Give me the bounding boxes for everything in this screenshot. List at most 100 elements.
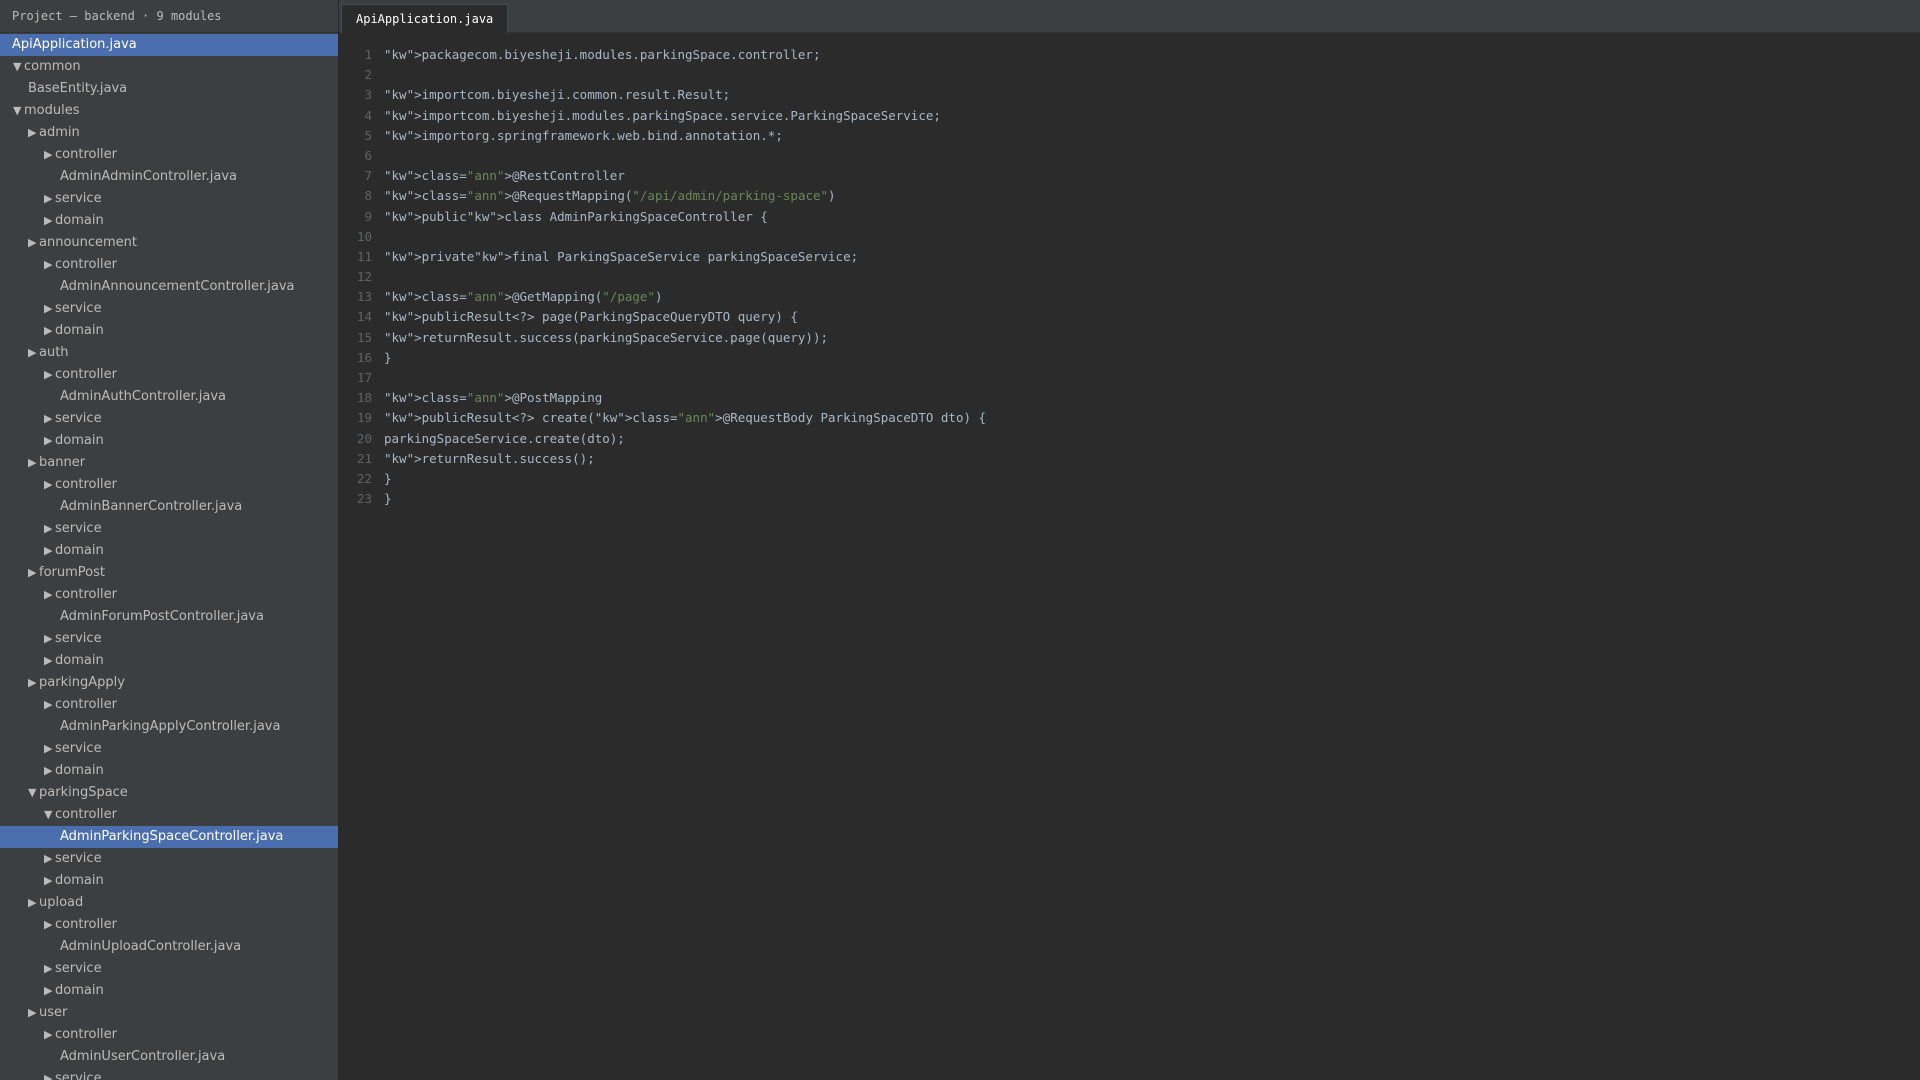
chevron-right-icon[interactable]: ▶ — [44, 870, 55, 892]
tree-folder-common[interactable]: ▼ common — [0, 56, 338, 78]
tree-folder-domain[interactable]: ▶ domain — [0, 320, 338, 342]
code-line: 10 — [339, 227, 1920, 247]
tree-folder-controller[interactable]: ▶ controller — [0, 914, 338, 936]
tree-folder-controller[interactable]: ▶ controller — [0, 474, 338, 496]
tree-folder-domain[interactable]: ▶ domain — [0, 540, 338, 562]
tree-file[interactable]: AdminAuthController.java — [0, 386, 338, 408]
chevron-right-icon[interactable]: ▶ — [44, 1024, 55, 1046]
chevron-right-icon[interactable]: ▶ — [28, 672, 39, 694]
chevron-right-icon[interactable]: ▶ — [44, 958, 55, 980]
chevron-right-icon[interactable]: ▶ — [44, 298, 55, 320]
tree-folder-domain[interactable]: ▶ domain — [0, 210, 338, 232]
code-line: 20 parkingSpaceService.create(dto); — [339, 429, 1920, 449]
tree-folder-upload[interactable]: ▶ upload — [0, 892, 338, 914]
chevron-right-icon[interactable]: ▶ — [44, 650, 55, 672]
tree-file[interactable]: AdminUserController.java — [0, 1046, 338, 1068]
line-number: 12 — [356, 269, 372, 285]
tree-file[interactable]: AdminParkingSpaceController.java — [0, 826, 338, 848]
chevron-right-icon[interactable]: ▶ — [44, 760, 55, 782]
tree-folder-parkingapply[interactable]: ▶ parkingApply — [0, 672, 338, 694]
tree-folder-parkingspace[interactable]: ▼ parkingSpace — [0, 782, 338, 804]
tree-folder-announcement[interactable]: ▶ announcement — [0, 232, 338, 254]
chevron-right-icon[interactable]: ▶ — [44, 474, 55, 496]
chevron-right-icon[interactable]: ▶ — [44, 188, 55, 210]
chevron-right-icon[interactable]: ▶ — [28, 342, 39, 364]
project-header: Project — backend · 9 modules — [0, 0, 338, 33]
tree-folder-controller[interactable]: ▶ controller — [0, 364, 338, 386]
chevron-right-icon[interactable]: ▶ — [44, 320, 55, 342]
chevron-right-icon[interactable]: ▶ — [44, 848, 55, 870]
tree-folder-auth[interactable]: ▶ auth — [0, 342, 338, 364]
tree-folder-domain[interactable]: ▶ domain — [0, 430, 338, 452]
code-line: 1 "kw">packagecom.biyesheji.modules.parki… — [339, 45, 1920, 65]
tree-folder-service[interactable]: ▶ service — [0, 1068, 338, 1080]
tree-file[interactable]: AdminUploadController.java — [0, 936, 338, 958]
code-line: 15 "kw">returnResult.success(parkingSpace… — [339, 328, 1920, 348]
code-text: } — [384, 491, 392, 506]
tree-folder-domain[interactable]: ▶ domain — [0, 760, 338, 782]
code-area[interactable]: 1 "kw">packagecom.biyesheji.modules.parki… — [339, 45, 1920, 1080]
tree-folder-service[interactable]: ▶ service — [0, 408, 338, 430]
tree-folder-modules[interactable]: ▼ modules — [0, 100, 338, 122]
tree-item-label: service — [55, 961, 102, 976]
chevron-right-icon[interactable]: ▶ — [44, 738, 55, 760]
tree-file[interactable]: AdminBannerController.java — [0, 496, 338, 518]
tree-folder-domain[interactable]: ▶ domain — [0, 980, 338, 1002]
tree-file[interactable]: ApiApplication.java — [0, 34, 338, 56]
tree-folder-controller[interactable]: ▶ controller — [0, 1024, 338, 1046]
tree-folder-service[interactable]: ▶ service — [0, 298, 338, 320]
code-token: "kw">importcom.biyesheji.modules.parking… — [384, 107, 941, 123]
tree-folder-admin[interactable]: ▶ admin — [0, 122, 338, 144]
line-number: 17 — [356, 370, 372, 385]
tree-file[interactable]: AdminForumPostController.java — [0, 606, 338, 628]
tree-folder-service[interactable]: ▶ service — [0, 518, 338, 540]
chevron-down-icon[interactable]: ▼ — [28, 782, 39, 804]
code-line: 23} — [339, 489, 1920, 509]
chevron-right-icon[interactable]: ▶ — [44, 210, 55, 232]
chevron-right-icon[interactable]: ▶ — [44, 694, 55, 716]
tree-file[interactable]: BaseEntity.java — [0, 78, 338, 100]
chevron-right-icon[interactable]: ▶ — [44, 540, 55, 562]
chevron-right-icon[interactable]: ▶ — [44, 430, 55, 452]
chevron-right-icon[interactable]: ▶ — [44, 980, 55, 1002]
chevron-right-icon[interactable]: ▶ — [28, 562, 39, 584]
tab-api-application[interactable]: ApiApplication.java — [341, 4, 509, 33]
chevron-right-icon[interactable]: ▶ — [44, 254, 55, 276]
tree-folder-controller[interactable]: ▼ controller — [0, 804, 338, 826]
tree-folder-service[interactable]: ▶ service — [0, 738, 338, 760]
tree-folder-user[interactable]: ▶ user — [0, 1002, 338, 1024]
code-token: } — [384, 470, 392, 486]
tree-folder-controller[interactable]: ▶ controller — [0, 144, 338, 166]
tree-folder-service[interactable]: ▶ service — [0, 958, 338, 980]
tree-folder-service[interactable]: ▶ service — [0, 848, 338, 870]
tree-folder-controller[interactable]: ▶ controller — [0, 254, 338, 276]
tree-folder-banner[interactable]: ▶ banner — [0, 452, 338, 474]
tree-folder-service[interactable]: ▶ service — [0, 628, 338, 650]
tree-item-label: auth — [39, 345, 69, 360]
tree-file[interactable]: AdminAdminController.java — [0, 166, 338, 188]
chevron-right-icon[interactable]: ▶ — [44, 1068, 55, 1080]
chevron-down-icon[interactable]: ▼ — [44, 804, 55, 826]
chevron-right-icon[interactable]: ▶ — [44, 364, 55, 386]
chevron-right-icon[interactable]: ▶ — [44, 584, 55, 606]
tree-folder-forumpost[interactable]: ▶ forumPost — [0, 562, 338, 584]
chevron-down-icon[interactable]: ▼ — [13, 100, 24, 122]
chevron-right-icon[interactable]: ▶ — [28, 232, 39, 254]
chevron-right-icon[interactable]: ▶ — [44, 628, 55, 650]
chevron-right-icon[interactable]: ▶ — [44, 408, 55, 430]
chevron-right-icon[interactable]: ▶ — [28, 452, 39, 474]
tree-folder-domain[interactable]: ▶ domain — [0, 650, 338, 672]
tree-folder-controller[interactable]: ▶ controller — [0, 694, 338, 716]
tree-folder-service[interactable]: ▶ service — [0, 188, 338, 210]
chevron-right-icon[interactable]: ▶ — [28, 892, 39, 914]
chevron-right-icon[interactable]: ▶ — [28, 1002, 39, 1024]
tree-file[interactable]: AdminParkingApplyController.java — [0, 716, 338, 738]
tree-folder-domain[interactable]: ▶ domain — [0, 870, 338, 892]
chevron-right-icon[interactable]: ▶ — [44, 914, 55, 936]
tree-file[interactable]: AdminAnnouncementController.java — [0, 276, 338, 298]
chevron-down-icon[interactable]: ▼ — [13, 56, 24, 78]
tree-folder-controller[interactable]: ▶ controller — [0, 584, 338, 606]
chevron-right-icon[interactable]: ▶ — [44, 144, 55, 166]
chevron-right-icon[interactable]: ▶ — [44, 518, 55, 540]
chevron-right-icon[interactable]: ▶ — [28, 122, 39, 144]
